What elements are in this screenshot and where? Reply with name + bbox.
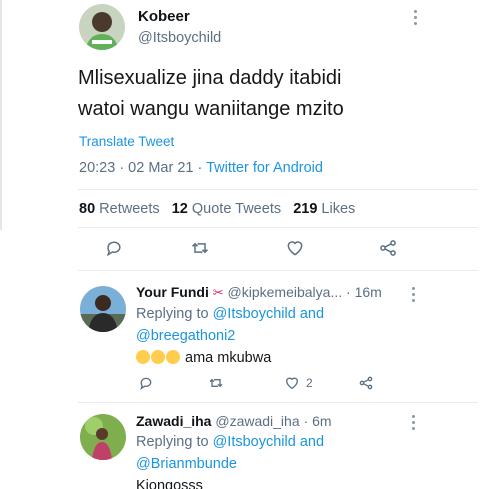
author-handle[interactable]: @kipkemeibalya... [228,284,343,300]
replying-to-and: and [295,434,325,450]
reply-tweet[interactable]: Zawadi_iha @zawadi_iha · 6m Replying to … [0,403,494,489]
likes-count: 219 [293,201,318,217]
main-tweet: Kobeer @Itsboychild Mlisexualize jina da… [0,0,494,271]
laughing-emoji-icon [151,350,165,364]
replying-to-prefix: Replying to [136,306,213,322]
author-name[interactable]: Zawadi_iha [136,413,211,429]
reply-time: · 16m [342,284,382,300]
retweets-label: Retweets [99,201,160,217]
replying-to-prefix: Replying to [136,434,213,450]
more-icon[interactable] [412,415,416,431]
reply-icon[interactable] [104,238,126,260]
divider [78,189,478,190]
divider [78,227,478,228]
replying-to-line2: @Brianmbunde [136,456,237,472]
source-link[interactable]: Twitter for Android [206,160,323,176]
timestamp: 20:23 · 02 Mar 21 · [79,160,207,176]
reply-actions: 2 [136,375,376,395]
author-name[interactable]: Your Fundi [136,284,209,300]
reply-tweet[interactable]: Your Fundi ✂ @kipkemeibalya... · 16m Rep… [0,271,494,401]
tweet-text-line: watoi wangu waniitange mzito [78,98,344,120]
tweet-meta: 20:23 · 02 Mar 21 · Twitter for Android [79,160,323,176]
avatar[interactable] [80,286,126,332]
replying-to-line2: @breegathoni2 [136,328,235,344]
quote-count: 12 [171,201,188,217]
like-icon[interactable] [285,238,307,260]
share-icon[interactable] [358,375,380,397]
more-icon[interactable] [414,10,418,26]
replying-to-user[interactable]: @Brianmbunde [136,456,237,472]
more-icon[interactable] [412,287,416,303]
replying-to: Replying to @Itsboychild and [136,306,324,322]
translate-tweet-link[interactable]: Translate Tweet [79,134,174,149]
reply-time: · 6m [299,413,332,429]
tweet-text-line: Mlisexualize jina daddy itabidi [78,67,342,89]
quote-tweets-stat[interactable]: 12 Quote Tweets [172,201,281,217]
like-icon[interactable] [284,375,306,397]
reply-icon[interactable] [138,375,160,397]
likes-label: Likes [321,201,356,217]
author-handle[interactable]: @zawadi_iha [215,413,299,429]
quote-label: Quote Tweets [191,201,282,217]
reply-header: Your Fundi ✂ @kipkemeibalya... · 16m [136,284,382,301]
author-handle[interactable]: @Itsboychild [138,30,221,46]
laughing-emoji-icon [136,350,150,364]
reply-header: Zawadi_iha @zawadi_iha · 6m [136,413,332,429]
author-name[interactable]: Kobeer [138,8,190,25]
reply-text: ama mkubwa [136,350,271,366]
reply-text: Kiongosss [136,478,203,489]
like-count: 2 [306,376,313,390]
reply-text-content: ama mkubwa [185,350,272,366]
retweet-icon[interactable] [208,375,230,397]
laughing-emoji-icon [166,350,180,364]
replying-to-and: and [295,306,325,322]
replying-to-user[interactable]: @breegathoni2 [136,328,235,344]
share-icon[interactable] [378,238,400,260]
avatar[interactable] [79,4,125,50]
replying-to-user[interactable]: @Itsboychild [213,434,296,450]
tweet-text: Mlisexualize jina daddy itabidi watoi wa… [78,63,478,125]
avatar[interactable] [80,414,126,460]
replying-to: Replying to @Itsboychild and [136,434,324,450]
retweets-count: 80 [79,201,96,217]
scissors-emoji: ✂ [212,285,224,300]
likes-stat[interactable]: 219 Likes [293,201,355,217]
tweet-actions [80,238,410,262]
replying-to-user[interactable]: @Itsboychild [213,306,296,322]
retweet-icon[interactable] [190,238,212,260]
retweets-stat[interactable]: 80 Retweets [79,201,160,217]
tweet-stats: 80 Retweets 12 Quote Tweets 219 Likes [79,201,355,217]
